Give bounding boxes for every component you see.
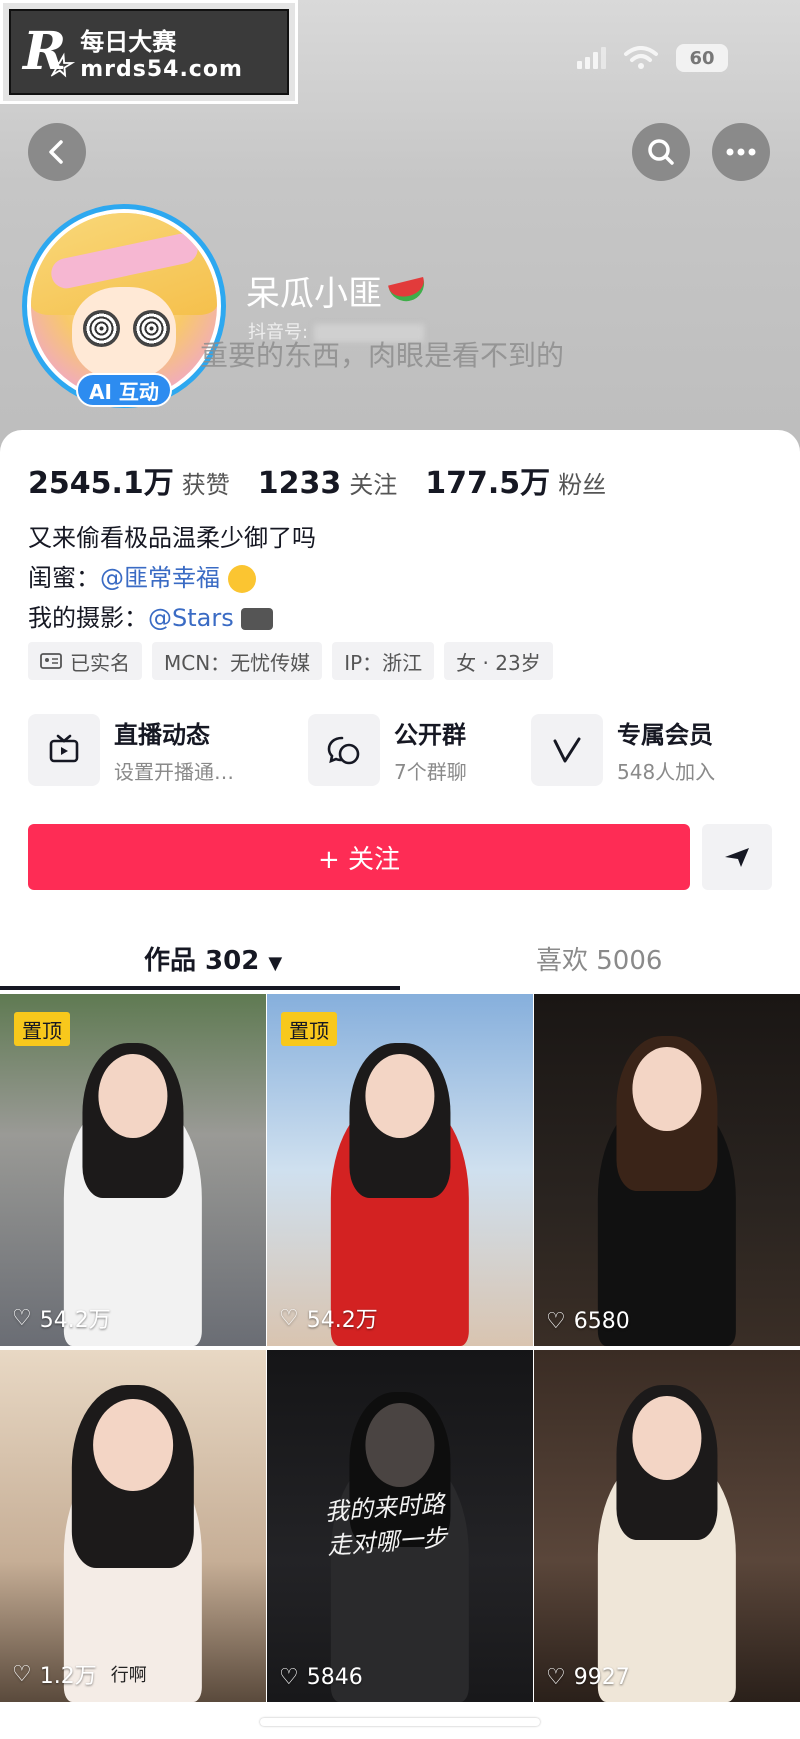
tab-likes[interactable]: 喜欢 5006 (536, 940, 662, 977)
watermark-logo: R ☆ (23, 21, 72, 84)
feature-group[interactable]: 公开群 7个群聊 (308, 714, 531, 786)
feature-membership[interactable]: 专属会员 548人加入 (531, 714, 772, 786)
bio-line: 我的摄影：@Stars (28, 598, 316, 638)
heart-icon: ♡ (12, 1305, 32, 1331)
heart-icon: ♡ (546, 1309, 566, 1334)
video-thumbnail[interactable]: ♡ 6580 (534, 994, 800, 1346)
watermark-title: 每日大赛 (80, 28, 177, 56)
back-button[interactable] (28, 123, 86, 181)
tv-icon (49, 734, 79, 763)
mention-link[interactable]: @Stars (148, 604, 234, 632)
heart-icon: ♡ (279, 1305, 299, 1331)
heart-icon: ♡ (279, 1665, 299, 1690)
profile-name: 呆瓜小匪 (246, 266, 428, 315)
video-caption: 我的来时路 走对哪一步 (323, 1489, 448, 1560)
site-watermark: R ☆ 每日大赛 mrds54.com (0, 0, 298, 104)
tag-gender-age: 女 · 23岁 (444, 642, 553, 680)
send-arrow-icon (725, 848, 749, 867)
profile-stats: 2545.1万 获赞 1233 关注 177.5万 粉丝 (28, 458, 606, 502)
video-thumbnail[interactable]: ♡ 1.2万 行啊 (0, 1350, 266, 1702)
stat-followers[interactable]: 177.5万 粉丝 (425, 458, 606, 502)
camera-emoji-icon (241, 608, 274, 630)
profile-tabs: 作品 302 ▼ 喜欢 5006 (0, 930, 800, 990)
tab-underline (0, 986, 400, 990)
tab-works[interactable]: 作品 302 ▼ (144, 940, 282, 977)
video-grid: 置顶 ♡ 54.2万 置顶 ♡ 54.2万 ♡ 6580 ♡ 1.2万 行啊 我的来时路走… (0, 994, 800, 1702)
tag-verified[interactable]: 已实名 (28, 642, 142, 680)
video-thumbnail[interactable]: 我的来时路 走对哪一步 ♡ 5846 (267, 1350, 533, 1702)
pinned-badge: 置顶 (281, 1012, 337, 1046)
status-bar: 60 (577, 44, 728, 72)
chevron-left-icon (49, 140, 63, 164)
watermelon-icon (388, 276, 428, 305)
video-thumbnail[interactable]: 置顶 ♡ 54.2万 (267, 994, 533, 1346)
home-indicator[interactable] (260, 1718, 540, 1726)
chat-icon (327, 736, 360, 765)
profile-signature: 重要的东西，肉眼是看不到的 (200, 339, 565, 372)
feature-live[interactable]: 直播动态 设置开播通… (28, 714, 308, 786)
follow-button[interactable]: + 关注 (28, 824, 690, 890)
bio-line: 又来偷看极品温柔少御了吗 (28, 524, 316, 552)
stat-following[interactable]: 1233 关注 (258, 465, 398, 501)
share-button[interactable] (702, 824, 772, 890)
video-thumbnail[interactable]: 置顶 ♡ 54.2万 (0, 994, 266, 1346)
search-button[interactable] (632, 123, 690, 181)
blush-emoji-icon (227, 565, 256, 593)
heart-icon: ♡ (12, 1661, 32, 1687)
stat-likes[interactable]: 2545.1万 获赞 (28, 458, 230, 502)
bio-line: 闺蜜：@匪常幸福 (28, 558, 316, 598)
battery-indicator: 60 (676, 44, 728, 72)
id-card-icon (40, 653, 62, 669)
profile-bio: 又来偷看极品温柔少御了吗 闺蜜：@匪常幸福 我的摄影：@Stars (28, 518, 316, 638)
wifi-icon (624, 46, 658, 69)
more-dots-icon (726, 148, 756, 156)
more-button[interactable] (712, 123, 770, 181)
pinned-badge: 置顶 (14, 1012, 70, 1046)
signal-icon (577, 47, 606, 69)
heart-icon: ♡ (546, 1665, 566, 1690)
ai-interaction-badge[interactable]: AI 互动 (76, 373, 172, 407)
tag-ip: IP：浙江 (332, 642, 435, 680)
video-thumbnail[interactable]: ♡ 9927 (534, 1350, 800, 1702)
v-icon (553, 737, 581, 763)
tag-mcn[interactable]: MCN：无忧传媒 (152, 642, 323, 680)
profile-tags: 已实名 MCN：无忧传媒 IP：浙江 女 · 23岁 (28, 642, 553, 680)
watermark-url: mrds54.com (80, 57, 243, 82)
mention-link[interactable]: @匪常幸福 (100, 564, 220, 592)
profile-features: 直播动态 设置开播通… 公开群 7个群聊 专属会员 548人加入 (28, 714, 772, 786)
caret-down-icon: ▼ (268, 953, 283, 974)
search-icon (648, 139, 674, 165)
